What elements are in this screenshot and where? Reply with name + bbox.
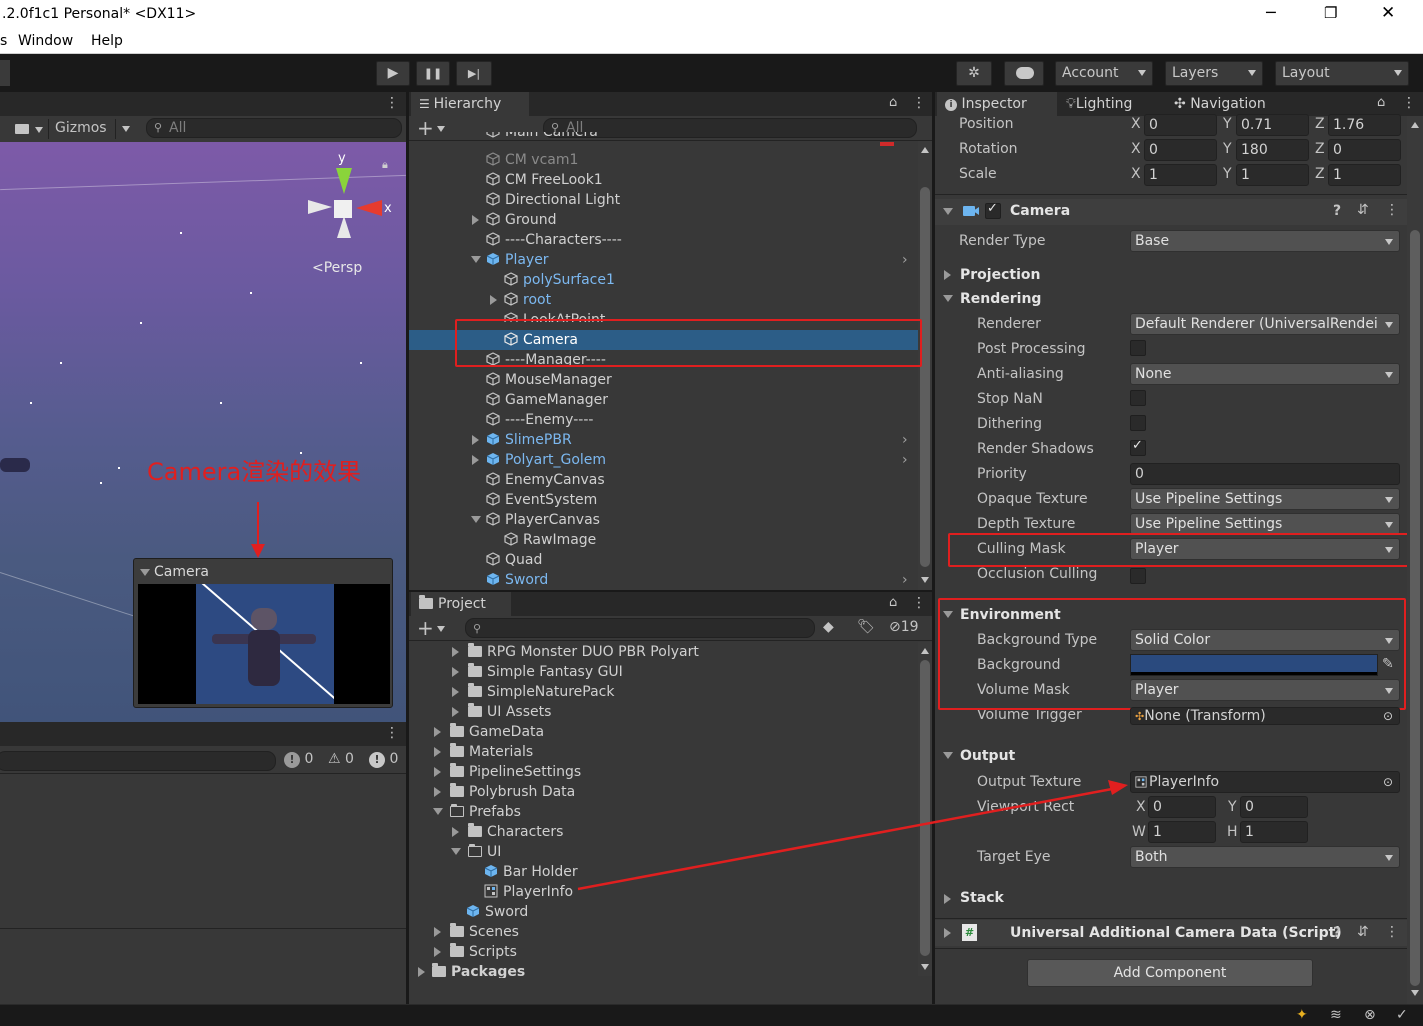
- lightbulb-icon[interactable]: ✦: [1296, 1007, 1308, 1023]
- debug-icon[interactable]: ⊗: [1364, 1007, 1376, 1023]
- check-circle-icon[interactable]: ✓: [1396, 1007, 1408, 1023]
- annotation-arrow-overlay: [577, 780, 1128, 891]
- layers-icon[interactable]: ≋: [1330, 1007, 1342, 1023]
- annotation-arrow-head: [1108, 780, 1128, 795]
- annotation-arrow-line: [577, 787, 1113, 891]
- status-bar: ✦ ≋ ⊗ ✓: [0, 1004, 1423, 1026]
